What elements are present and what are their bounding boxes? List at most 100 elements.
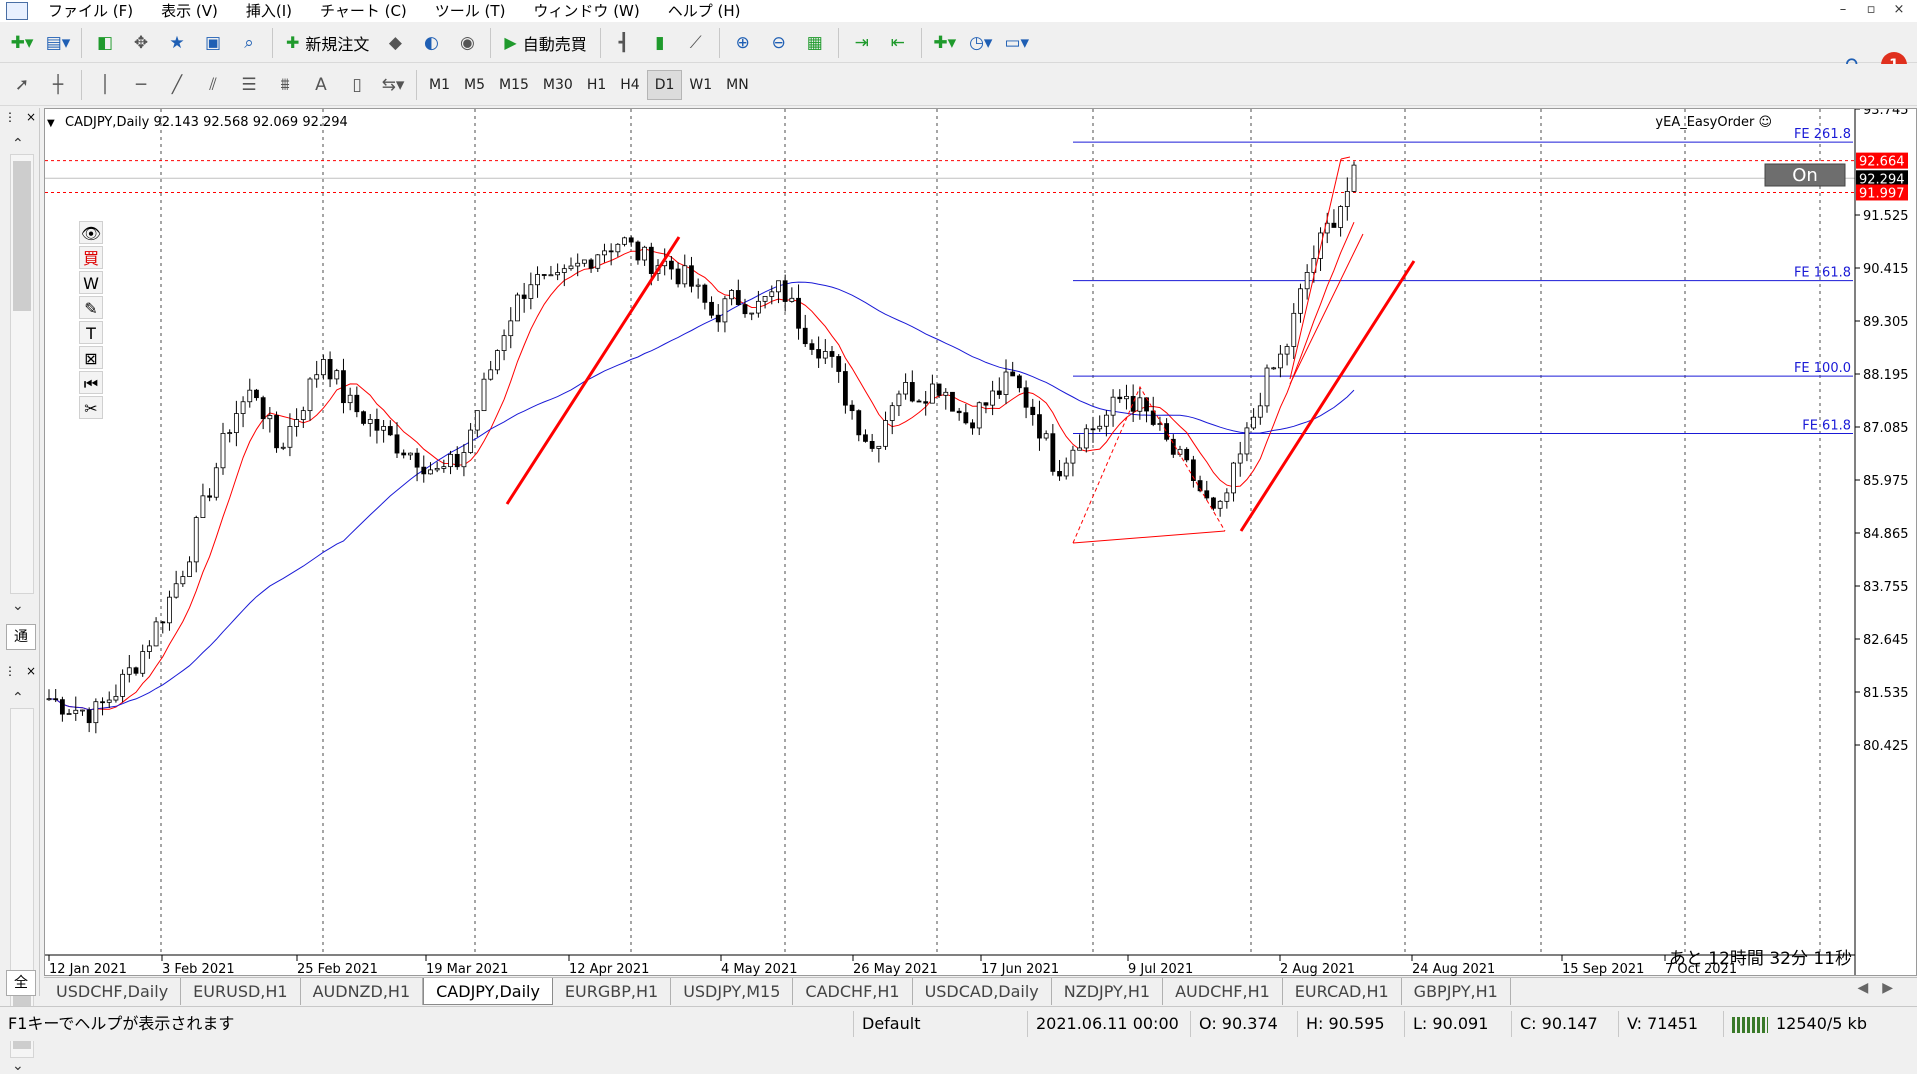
market-watch-scrollbar[interactable] <box>10 154 34 594</box>
equidistant-channel-icon[interactable]: ⫽ <box>197 69 229 101</box>
menu-view[interactable]: 表示 (V) <box>147 0 232 22</box>
candle-body <box>729 290 735 300</box>
crosshair-icon[interactable]: ┼ <box>42 69 74 101</box>
auto-scroll-icon[interactable]: ⇥ <box>846 27 878 59</box>
scroll-down-icon[interactable]: ⌄ <box>12 1058 24 1074</box>
tab-gbpjpy-h1[interactable]: GBPJPY,H1 <box>1402 978 1511 1005</box>
timeframe-h1[interactable]: H1 <box>580 70 613 100</box>
templates-icon[interactable]: ▭▾ <box>1001 27 1033 59</box>
new-order-button[interactable]: ✚ 新規注文 <box>280 27 375 59</box>
new-chart-icon[interactable]: ✚▾ <box>6 27 38 59</box>
zoom-in-icon[interactable]: ⊕ <box>727 27 759 59</box>
close-button[interactable]: × <box>1885 0 1913 20</box>
menu-help[interactable]: ヘルプ (H) <box>654 0 755 22</box>
tab-audchf-h1[interactable]: AUDCHF,H1 <box>1163 978 1283 1005</box>
signals-icon[interactable]: ◐ <box>415 27 447 59</box>
scroll-down-icon[interactable]: ⌄ <box>12 598 24 614</box>
tab-all[interactable]: 全 <box>6 970 36 996</box>
candle-body <box>240 401 246 414</box>
scroll-up-icon[interactable]: ⌃ <box>12 136 24 152</box>
scroll-up-icon[interactable]: ⌃ <box>12 690 24 706</box>
w-icon[interactable]: W <box>79 271 103 294</box>
bar-chart-icon[interactable]: ┫ <box>608 27 640 59</box>
candle-body <box>950 391 955 412</box>
menu-insert[interactable]: 挿入(I) <box>232 0 306 22</box>
restore-button[interactable]: ▫ <box>1857 0 1885 20</box>
tab-usdcad-daily[interactable]: USDCAD,Daily <box>913 978 1052 1005</box>
rewind-icon[interactable]: ⏮ <box>79 371 103 394</box>
tab-cadchf-h1[interactable]: CADCHF,H1 <box>793 978 913 1005</box>
status-profile[interactable]: Default <box>853 1011 1027 1037</box>
panel-close-icon[interactable]: × <box>26 110 36 130</box>
chart-shift-icon[interactable]: ⇤ <box>882 27 914 59</box>
auto-trade-button[interactable]: ▶ 自動売買 <box>498 27 592 59</box>
panel-close-icon[interactable]: × <box>26 664 36 684</box>
arrows-icon[interactable]: ⇆▾ <box>377 69 409 101</box>
profiles-icon[interactable]: ▤▾ <box>42 27 74 59</box>
scissors-icon[interactable]: ✂ <box>79 396 103 419</box>
tab-usdjpy-m15[interactable]: USDJPY,M15 <box>671 978 794 1005</box>
buy-icon[interactable]: 買 <box>79 246 103 269</box>
terminal-icon[interactable]: ▣ <box>197 27 229 59</box>
data-window-icon[interactable]: ✥ <box>125 27 157 59</box>
horizontal-line-icon[interactable]: ─ <box>125 69 157 101</box>
on-button-label: On <box>1792 165 1818 186</box>
tab-eurusd-h1[interactable]: EURUSD,H1 <box>181 978 301 1005</box>
tab-eurgbp-h1[interactable]: EURGBP,H1 <box>553 978 672 1005</box>
fibo-fan-icon[interactable]: ⩩ <box>269 69 301 101</box>
candle-body <box>1271 367 1277 370</box>
vertical-line-icon[interactable]: │ <box>89 69 121 101</box>
auto-trade-label: 自動売買 <box>522 34 587 54</box>
vps-icon[interactable]: ◉ <box>451 27 483 59</box>
status-connection[interactable]: 12540/5 kb <box>1723 1011 1875 1037</box>
menu-chart[interactable]: チャート (C) <box>306 0 421 22</box>
eye-icon[interactable]: 👁 <box>79 221 103 244</box>
text-tool-icon[interactable]: A <box>305 69 337 101</box>
tab-common[interactable]: 通 <box>6 624 36 650</box>
chart-menu-arrow-icon[interactable]: ▼ <box>47 118 55 129</box>
timeframe-m15[interactable]: M15 <box>492 70 536 100</box>
candle-body <box>287 426 293 448</box>
shape-icon[interactable]: ⊠ <box>79 346 103 369</box>
tile-windows-icon[interactable]: ▦ <box>799 27 831 59</box>
candle-body <box>488 369 494 380</box>
periods-icon[interactable]: ◷▾ <box>965 27 997 59</box>
tab-nzdjpy-h1[interactable]: NZDJPY,H1 <box>1052 978 1164 1005</box>
timeframe-m5[interactable]: M5 <box>457 70 492 100</box>
tab-eurcad-h1[interactable]: EURCAD,H1 <box>1283 978 1402 1005</box>
tab-usdchf-daily[interactable]: USDCHF,Daily <box>44 978 182 1005</box>
text-label-icon[interactable]: ▯ <box>341 69 373 101</box>
candle-body <box>200 495 206 518</box>
tab-scroll-arrows-icon[interactable]: ◀▶ <box>1857 980 1907 996</box>
menu-tools[interactable]: ツール (T) <box>421 0 520 22</box>
text-icon[interactable]: T <box>79 321 103 344</box>
tab-audnzd-h1[interactable]: AUDNZD,H1 <box>301 978 424 1005</box>
timeframe-w1[interactable]: W1 <box>682 70 719 100</box>
minimize-button[interactable]: – <box>1829 0 1857 20</box>
cursor-icon[interactable]: ➚ <box>6 69 38 101</box>
timeframe-m30[interactable]: M30 <box>536 70 580 100</box>
timeframe-d1[interactable]: D1 <box>646 69 683 100</box>
line-chart-icon[interactable]: ⟋ <box>680 27 712 59</box>
indicators-icon[interactable]: ✚▾ <box>929 27 961 59</box>
timeframe-m1[interactable]: M1 <box>422 70 457 100</box>
timeframe-mn[interactable]: MN <box>719 70 756 100</box>
chart-window[interactable]: FE 261.8 FE 161.8 FE 100.0 FE 61.8 93.745 91… <box>44 108 1917 977</box>
navigator-icon[interactable]: ★ <box>161 27 193 59</box>
chart-tabs: USDCHF,Daily EURUSD,H1 AUDNZD,H1 CADJPY,… <box>44 977 1917 1005</box>
candlestick-icon[interactable]: ▮ <box>644 27 676 59</box>
on-button[interactable]: On <box>1764 163 1846 187</box>
menu-window[interactable]: ウィンドウ (W) <box>519 0 653 22</box>
zoom-out-icon[interactable]: ⊖ <box>763 27 795 59</box>
scrollbar-thumb[interactable] <box>13 161 31 311</box>
pen-icon[interactable]: ✎ <box>79 296 103 319</box>
timeframe-h4[interactable]: H4 <box>613 70 646 100</box>
cadjpy-daily-chart[interactable]: FE 261.8 FE 161.8 FE 100.0 FE 61.8 93.745 91… <box>45 109 1917 977</box>
tester-icon[interactable]: ⌕ <box>233 27 265 59</box>
market-watch-icon[interactable]: ◧ <box>89 27 121 59</box>
menu-file[interactable]: ファイル (F) <box>34 0 147 22</box>
tab-cadjpy-daily[interactable]: CADJPY,Daily <box>423 978 553 1005</box>
metaeditor-icon[interactable]: ◆ <box>379 27 411 59</box>
fibo-retracement-icon[interactable]: ☰ <box>233 69 265 101</box>
trendline-icon[interactable]: ╱ <box>161 69 193 101</box>
